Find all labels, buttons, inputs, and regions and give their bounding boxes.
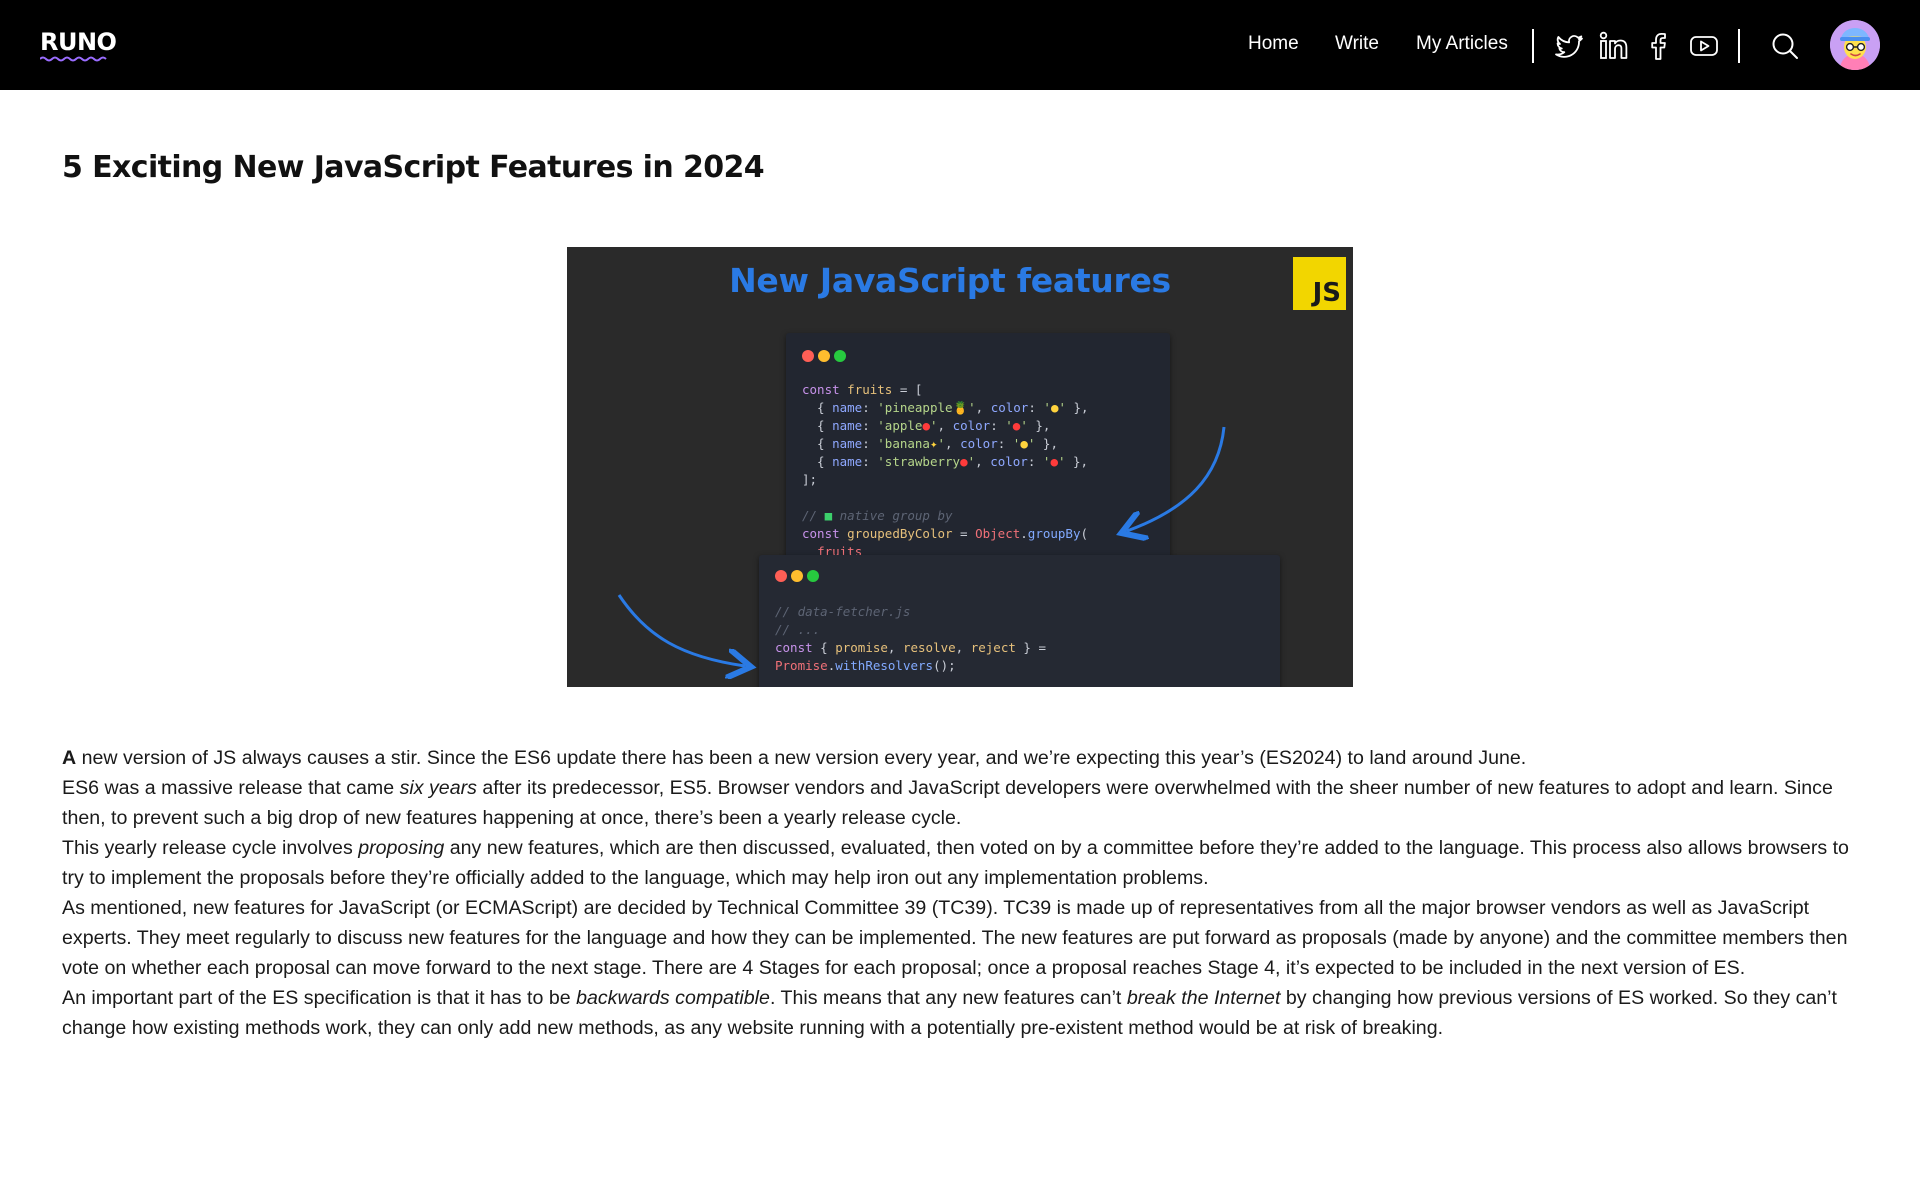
article-paragraph: ES6 was a massive release that came six … (62, 773, 1862, 833)
paragraph-text: As mentioned, new features for JavaScrip… (62, 897, 1848, 979)
paragraph-text: . This means that any new features can’t (769, 987, 1127, 1009)
site-logo[interactable]: RUNO (40, 28, 117, 56)
nav-divider (1738, 29, 1740, 63)
emphasis: proposing (358, 837, 445, 859)
avatar-illustration (1830, 20, 1880, 70)
article-paragraph: An important part of the ES specificatio… (62, 983, 1862, 1043)
logo-underline (40, 56, 107, 62)
article-body: A new version of JS always causes a stir… (62, 743, 1862, 1043)
drop-lead: A (62, 747, 77, 769)
article-paragraph: As mentioned, new features for JavaScrip… (62, 893, 1862, 983)
arrow-right (1127, 426, 1226, 531)
article-paragraph: This yearly release cycle involves propo… (62, 833, 1862, 893)
emphasis: break the Internet (1126, 987, 1281, 1009)
emphasis: backwards compatible (576, 987, 770, 1009)
paragraph-text: This yearly release cycle involves (62, 837, 359, 859)
nav-my-articles[interactable]: My Articles (1416, 33, 1508, 55)
top-navigation-bar: RUNO Home Write My Articles (0, 0, 1920, 90)
hero-image: New JavaScript features JS const fruits … (567, 247, 1353, 687)
article-paragraph: A new version of JS always causes a stir… (62, 743, 1862, 773)
nav-divider (1532, 29, 1534, 63)
twitter-icon[interactable] (1553, 30, 1585, 62)
arrow-left (617, 594, 745, 666)
user-avatar[interactable] (1830, 20, 1880, 70)
nav-home[interactable]: Home (1248, 33, 1299, 55)
paragraph-text: new version of JS always causes a stir. … (76, 747, 1527, 769)
youtube-icon[interactable] (1688, 30, 1720, 62)
arrows (617, 426, 1226, 687)
linkedin-icon[interactable] (1598, 30, 1630, 62)
search-icon[interactable] (1769, 30, 1801, 62)
emphasis: six years (399, 777, 477, 799)
article-title: 5 Exciting New JavaScript Features in 20… (62, 150, 765, 185)
paragraph-text: ES6 was a massive release that came (62, 777, 400, 799)
paragraph-text: An important part of the ES specificatio… (62, 987, 577, 1009)
nav-write[interactable]: Write (1335, 33, 1379, 55)
facebook-icon[interactable] (1642, 30, 1674, 62)
